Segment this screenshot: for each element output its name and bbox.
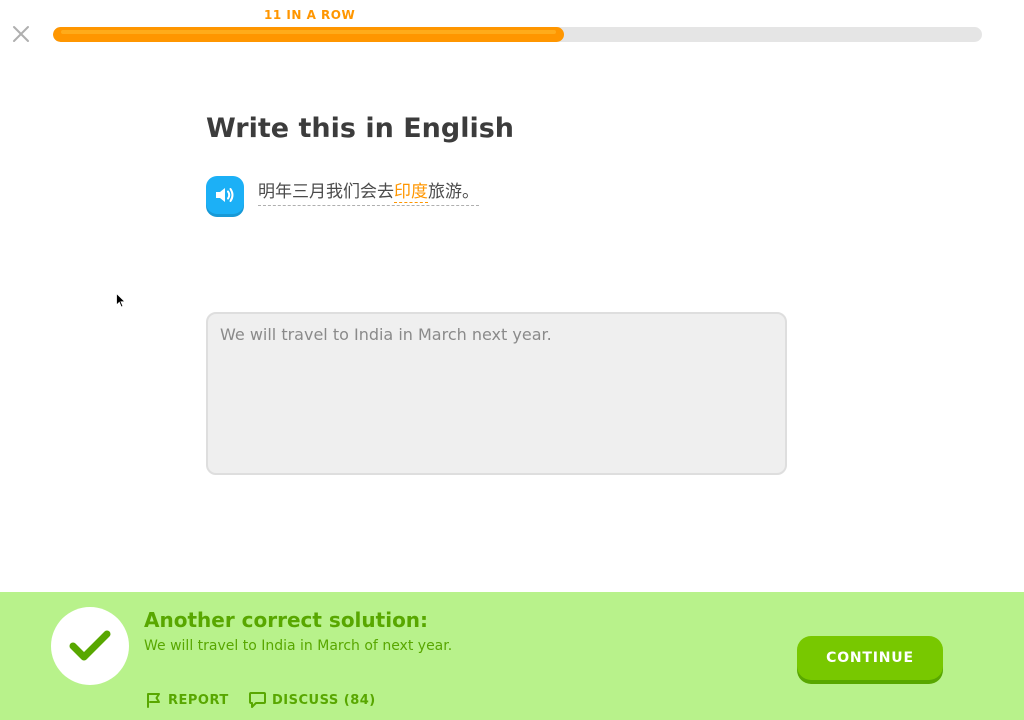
progress-bar — [53, 27, 982, 42]
speech-bubble-icon — [249, 692, 266, 708]
checkmark-icon — [69, 630, 111, 661]
progress-bar-fill — [53, 27, 564, 42]
answer-textarea[interactable]: We will travel to India in March next ye… — [206, 312, 787, 475]
challenge-title: Write this in English — [206, 113, 515, 144]
lesson-page: 11 IN A ROW Write this in English 明年三月我们… — [0, 0, 1024, 720]
prompt-text-highlighted[interactable]: 印度 — [394, 182, 428, 203]
continue-button[interactable]: CONTINUE — [797, 636, 943, 680]
play-audio-button[interactable] — [206, 176, 244, 214]
flag-icon — [147, 693, 160, 708]
prompt-text-before[interactable]: 明年三月我们会去 — [258, 182, 394, 202]
discuss-button[interactable]: DISCUSS (84) — [248, 691, 376, 709]
discuss-label: DISCUSS (84) — [272, 692, 376, 708]
prompt-text-after[interactable]: 旅游。 — [428, 182, 479, 202]
success-badge — [51, 607, 129, 685]
report-label: REPORT — [168, 692, 229, 708]
close-button[interactable] — [10, 23, 32, 45]
prompt-sentence[interactable]: 明年三月我们会去印度旅游。 — [258, 181, 479, 206]
speaker-icon — [216, 188, 234, 202]
feedback-heading: Another correct solution: — [144, 608, 429, 632]
close-icon — [13, 26, 29, 42]
streak-label: 11 IN A ROW — [264, 8, 356, 22]
report-button[interactable]: REPORT — [145, 691, 229, 709]
feedback-solution: We will travel to India in March of next… — [144, 638, 453, 654]
mouse-cursor-icon — [116, 293, 126, 308]
feedback-footer: Another correct solution: We will travel… — [0, 592, 1024, 720]
